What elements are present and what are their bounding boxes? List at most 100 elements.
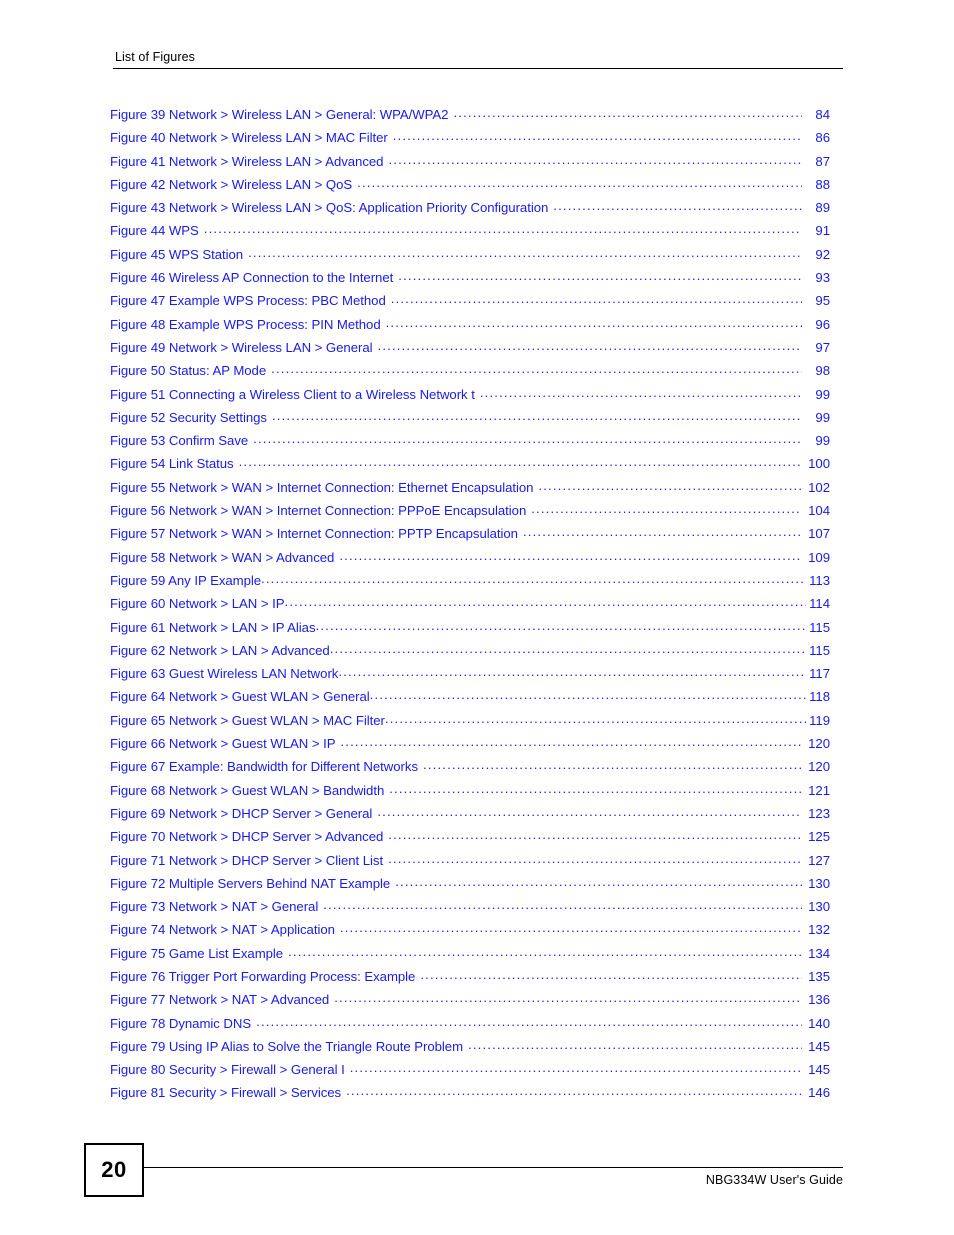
toc-dot-leader [480, 386, 802, 399]
list-of-figures: Figure 39 Network > Wireless LAN > Gener… [110, 106, 830, 1108]
toc-entry[interactable]: Figure 63 Guest Wireless LAN Network 117 [110, 665, 830, 688]
toc-entry[interactable]: Figure 80 Security > Firewall > General … [110, 1061, 830, 1084]
toc-entry-label: Figure 70 Network > DHCP Server > Advanc… [110, 829, 384, 845]
toc-entry[interactable]: Figure 45 WPS Station 92 [110, 246, 830, 269]
toc-entry[interactable]: Figure 50 Status: AP Mode 98 [110, 362, 830, 385]
toc-entry[interactable]: Figure 74 Network > NAT > Application 132 [110, 921, 830, 944]
toc-entry-page-number: 136 [808, 992, 830, 1008]
toc-entry[interactable]: Figure 64 Network > Guest WLAN > General… [110, 688, 830, 711]
toc-entry-page-number: 120 [808, 736, 830, 752]
toc-dot-leader [271, 362, 802, 375]
toc-entry[interactable]: Figure 53 Confirm Save 99 [110, 432, 830, 455]
toc-entry[interactable]: Figure 75 Game List Example 134 [110, 945, 830, 968]
toc-dot-leader [338, 665, 806, 678]
toc-dot-leader [340, 735, 802, 748]
toc-entry[interactable]: Figure 44 WPS 91 [110, 222, 830, 245]
toc-entry[interactable]: Figure 68 Network > Guest WLAN > Bandwid… [110, 782, 830, 805]
toc-entry-page-number: 130 [808, 899, 830, 915]
toc-entry[interactable]: Figure 73 Network > NAT > General 130 [110, 898, 830, 921]
toc-entry-page-number: 102 [808, 479, 830, 495]
toc-entry[interactable]: Figure 48 Example WPS Process: PIN Metho… [110, 316, 830, 339]
toc-entry[interactable]: Figure 55 Network > WAN > Internet Conne… [110, 479, 830, 502]
toc-dot-leader [553, 199, 802, 212]
toc-entry[interactable]: Figure 65 Network > Guest WLAN > MAC Fil… [110, 712, 830, 735]
toc-dot-leader [253, 432, 802, 445]
toc-dot-leader [285, 595, 806, 608]
toc-dot-leader [393, 129, 802, 142]
toc-entry[interactable]: Figure 57 Network > WAN > Internet Conne… [110, 525, 830, 548]
toc-entry-page-number: 132 [808, 922, 830, 938]
toc-entry-label: Figure 49 Network > Wireless LAN > Gener… [110, 339, 373, 355]
toc-dot-leader [316, 619, 807, 632]
toc-entry[interactable]: Figure 52 Security Settings 99 [110, 409, 830, 432]
toc-entry[interactable]: Figure 62 Network > LAN > Advanced 115 [110, 642, 830, 665]
toc-dot-leader [388, 153, 802, 166]
toc-dot-leader [340, 921, 802, 934]
toc-entry-page-number: 98 [815, 363, 830, 379]
toc-entry[interactable]: Figure 39 Network > Wireless LAN > Gener… [110, 106, 830, 129]
toc-entry[interactable]: Figure 72 Multiple Servers Behind NAT Ex… [110, 875, 830, 898]
toc-dot-leader [330, 642, 806, 655]
toc-entry[interactable]: Figure 59 Any IP Example 113 [110, 572, 830, 595]
toc-entry[interactable]: Figure 41 Network > Wireless LAN > Advan… [110, 153, 830, 176]
document-page: List of Figures Figure 39 Network > Wire… [0, 0, 954, 1235]
toc-entry[interactable]: Figure 69 Network > DHCP Server > Genera… [110, 805, 830, 828]
toc-entry-page-number: 100 [808, 456, 830, 472]
toc-entry[interactable]: Figure 42 Network > Wireless LAN > QoS 88 [110, 176, 830, 199]
toc-entry-label: Figure 56 Network > WAN > Internet Conne… [110, 503, 527, 519]
toc-entry[interactable]: Figure 79 Using IP Alias to Solve the Tr… [110, 1038, 830, 1061]
toc-entry-label: Figure 51 Connecting a Wireless Client t… [110, 386, 475, 402]
toc-entry-label: Figure 55 Network > WAN > Internet Conne… [110, 479, 534, 495]
toc-entry[interactable]: Figure 47 Example WPS Process: PBC Metho… [110, 292, 830, 315]
toc-dot-leader [370, 688, 806, 701]
toc-dot-leader [339, 549, 802, 562]
toc-entry[interactable]: Figure 60 Network > LAN > IP 114 [110, 595, 830, 618]
toc-entry[interactable]: Figure 43 Network > Wireless LAN > QoS: … [110, 199, 830, 222]
toc-entry-label: Figure 41 Network > Wireless LAN > Advan… [110, 153, 384, 169]
toc-entry[interactable]: Figure 78 Dynamic DNS 140 [110, 1015, 830, 1038]
toc-entry[interactable]: Figure 40 Network > Wireless LAN > MAC F… [110, 129, 830, 152]
toc-dot-leader [453, 106, 802, 119]
toc-entry-label: Figure 50 Status: AP Mode [110, 363, 267, 379]
toc-entry-label: Figure 62 Network > LAN > Advanced [110, 642, 330, 658]
toc-dot-leader [538, 479, 802, 492]
toc-entry[interactable]: Figure 81 Security > Firewall > Services… [110, 1084, 830, 1107]
toc-dot-leader [248, 246, 802, 259]
toc-entry-page-number: 92 [815, 246, 830, 262]
toc-dot-leader [423, 758, 802, 771]
toc-entry-page-number: 84 [815, 107, 830, 122]
toc-dot-leader [239, 455, 802, 468]
toc-entry[interactable]: Figure 58 Network > WAN > Advanced 109 [110, 549, 830, 572]
toc-entry[interactable]: Figure 76 Trigger Port Forwarding Proces… [110, 968, 830, 991]
toc-entry-page-number: 107 [808, 526, 830, 542]
toc-entry[interactable]: Figure 49 Network > Wireless LAN > Gener… [110, 339, 830, 362]
toc-entry[interactable]: Figure 66 Network > Guest WLAN > IP 120 [110, 735, 830, 758]
toc-entry-page-number: 127 [808, 852, 830, 868]
toc-entry-label: Figure 45 WPS Station [110, 246, 244, 262]
toc-entry-label: Figure 78 Dynamic DNS [110, 1015, 252, 1031]
toc-entry-page-number: 113 [809, 572, 830, 588]
toc-entry[interactable]: Figure 67 Example: Bandwidth for Differe… [110, 758, 830, 781]
toc-entry-page-number: 119 [809, 712, 830, 728]
toc-entry-page-number: 114 [809, 596, 830, 612]
toc-entry-page-number: 118 [809, 689, 830, 705]
toc-entry[interactable]: Figure 54 Link Status 100 [110, 455, 830, 478]
toc-entry-page-number: 125 [808, 829, 830, 845]
toc-entry-page-number: 86 [815, 130, 830, 146]
toc-entry[interactable]: Figure 56 Network > WAN > Internet Conne… [110, 502, 830, 525]
toc-entry[interactable]: Figure 51 Connecting a Wireless Client t… [110, 386, 830, 409]
toc-entry[interactable]: Figure 71 Network > DHCP Server > Client… [110, 852, 830, 875]
toc-entry-label: Figure 68 Network > Guest WLAN > Bandwid… [110, 782, 385, 798]
toc-entry-label: Figure 79 Using IP Alias to Solve the Tr… [110, 1038, 464, 1054]
toc-entry-page-number: 140 [808, 1015, 830, 1031]
toc-entry[interactable]: Figure 61 Network > LAN > IP Alias 115 [110, 619, 830, 642]
toc-entry[interactable]: Figure 70 Network > DHCP Server > Advanc… [110, 828, 830, 851]
toc-entry-label: Figure 64 Network > Guest WLAN > General [110, 689, 370, 705]
toc-entry[interactable]: Figure 77 Network > NAT > Advanced 136 [110, 991, 830, 1014]
toc-entry-page-number: 96 [815, 316, 830, 332]
toc-entry-page-number: 97 [815, 339, 830, 355]
toc-entry-label: Figure 44 WPS [110, 223, 199, 239]
toc-entry-label: Figure 76 Trigger Port Forwarding Proces… [110, 968, 416, 984]
toc-entry[interactable]: Figure 46 Wireless AP Connection to the … [110, 269, 830, 292]
toc-entry-page-number: 135 [808, 968, 830, 984]
